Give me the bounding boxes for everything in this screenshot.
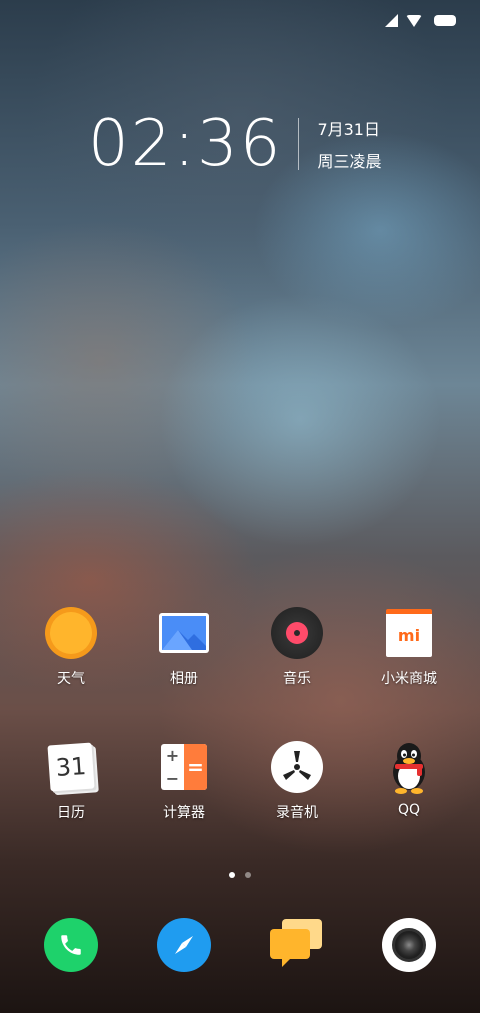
- app-gallery[interactable]: 相册: [129, 606, 239, 688]
- app-label-gallery: 相册: [170, 671, 198, 687]
- clock-date: 7月31日 周三凌晨: [317, 116, 381, 172]
- app-music[interactable]: 音乐: [242, 606, 352, 688]
- app-calendar[interactable]: 31 日历: [16, 740, 126, 822]
- app-calculator[interactable]: + − = 计算器: [129, 740, 239, 822]
- app-qq[interactable]: QQ: [354, 740, 464, 818]
- app-label-calculator: 计算器: [163, 805, 205, 821]
- calculator-icon: + − =: [157, 740, 211, 794]
- music-disc-icon: [270, 606, 324, 660]
- mi-store-icon: mi: [382, 606, 436, 660]
- app-label-mi-store: 小米商城: [381, 671, 437, 687]
- app-recorder[interactable]: 录音机: [242, 740, 352, 822]
- app-weather[interactable]: 天气: [16, 606, 126, 688]
- app-label-qq: QQ: [397, 802, 421, 818]
- dock-messages[interactable]: [269, 918, 323, 972]
- dock-browser[interactable]: [157, 918, 211, 972]
- app-label-calendar: 日历: [57, 805, 85, 821]
- qq-penguin-icon: [382, 740, 436, 794]
- app-label-recorder: 录音机: [276, 805, 318, 821]
- clock-date-weekday: 周三凌晨: [317, 152, 382, 171]
- app-label-weather: 天气: [57, 671, 85, 687]
- gallery-icon: [157, 606, 211, 660]
- sun-icon: [44, 606, 98, 660]
- camera-icon: [382, 918, 436, 972]
- clock-widget[interactable]: 02:36 7月31日 周三凌晨: [88, 112, 381, 176]
- clock-date-day: 7月31日: [317, 120, 380, 139]
- battery-icon: [434, 15, 456, 26]
- dock-camera[interactable]: [382, 918, 436, 972]
- page-dot-1[interactable]: [229, 872, 235, 878]
- page-indicator[interactable]: [0, 872, 480, 878]
- app-mi-store[interactable]: mi 小米商城: [354, 606, 464, 688]
- clock-divider: [298, 118, 300, 170]
- status-bar: [385, 14, 456, 27]
- compass-icon: [157, 918, 211, 972]
- dock-phone[interactable]: [44, 918, 98, 972]
- signal-icon: [385, 14, 398, 27]
- wifi-icon: [406, 14, 422, 27]
- recorder-icon: [270, 740, 324, 794]
- calendar-day: 31: [47, 742, 95, 792]
- page-dot-2[interactable]: [245, 872, 251, 878]
- clock-time: 02:36: [88, 107, 283, 181]
- phone-icon: [44, 918, 98, 972]
- calendar-icon: 31: [44, 740, 98, 794]
- message-icon: [268, 917, 324, 973]
- app-label-music: 音乐: [283, 671, 311, 687]
